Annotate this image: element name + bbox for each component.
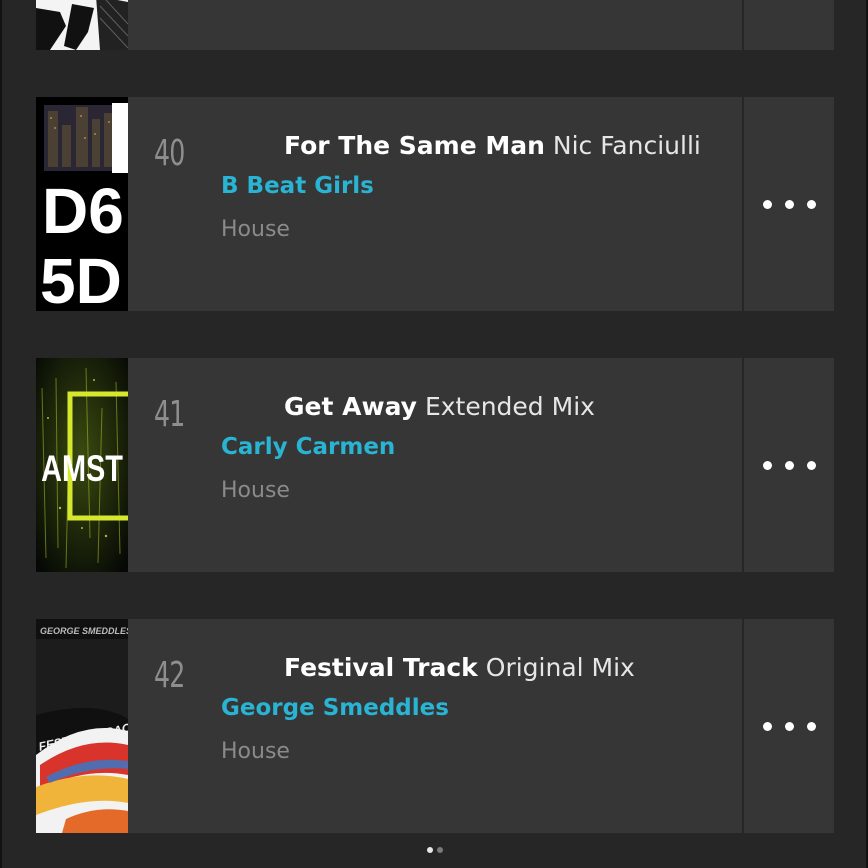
track-name: Festival Track bbox=[284, 653, 478, 682]
track-mix: Nic Fanciulli bbox=[552, 131, 701, 160]
amsterdam-artwork[interactable]: AMST bbox=[36, 358, 128, 572]
track-card[interactable]: GEORGE SMEDDLES FESTIVAL TRACK 42 Festiv… bbox=[36, 619, 834, 833]
track-card[interactable] bbox=[36, 0, 834, 50]
page-indicator[interactable] bbox=[427, 847, 443, 853]
track-artist[interactable]: B Beat Girls bbox=[221, 173, 374, 199]
track-mix: Original Mix bbox=[485, 653, 635, 682]
d5-artwork[interactable]: D6 5D bbox=[36, 97, 128, 311]
more-options-button[interactable] bbox=[742, 619, 834, 833]
track-name: For The Same Man bbox=[284, 131, 545, 160]
track-title[interactable]: Festival Track Original Mix bbox=[284, 653, 635, 682]
previous-track-artwork-image bbox=[36, 0, 128, 50]
ellipsis-icon bbox=[762, 460, 772, 470]
more-options-button[interactable] bbox=[742, 0, 834, 50]
ellipsis-icon bbox=[806, 460, 816, 470]
ellipsis-icon bbox=[784, 721, 794, 731]
track-genre[interactable]: House bbox=[221, 217, 290, 242]
track-artist[interactable]: Carly Carmen bbox=[221, 434, 395, 460]
page-dot[interactable] bbox=[437, 847, 443, 853]
festival-track-artwork[interactable]: GEORGE SMEDDLES FESTIVAL TRACK bbox=[36, 619, 128, 833]
ellipsis-icon bbox=[806, 199, 816, 209]
track-artist[interactable]: George Smeddles bbox=[221, 695, 449, 721]
more-options-button[interactable] bbox=[742, 358, 834, 572]
artwork-text: D6 bbox=[42, 175, 124, 247]
track-genre[interactable]: House bbox=[221, 478, 290, 503]
chart-position: 42 bbox=[154, 655, 185, 696]
d5-artwork-image: D6 5D bbox=[36, 97, 128, 311]
track-genre[interactable]: House bbox=[221, 739, 290, 764]
track-card[interactable]: AMST 41 Get Away Extended Mix Carly Carm… bbox=[36, 358, 834, 572]
previous-track-artwork[interactable] bbox=[36, 0, 128, 50]
amsterdam-artwork-image: AMST bbox=[36, 358, 128, 572]
artwork-text: AMST bbox=[41, 449, 123, 490]
page-dot-active[interactable] bbox=[427, 847, 433, 853]
ellipsis-icon bbox=[784, 460, 794, 470]
track-card[interactable]: D6 5D 40 For The Same Man Nic Fanciulli … bbox=[36, 97, 834, 311]
track-title[interactable]: For The Same Man Nic Fanciulli bbox=[284, 131, 701, 160]
chart-position: 41 bbox=[154, 394, 185, 435]
artwork-text: GEORGE SMEDDLES bbox=[40, 626, 128, 636]
track-title[interactable]: Get Away Extended Mix bbox=[284, 392, 595, 421]
ellipsis-icon bbox=[784, 199, 794, 209]
chart-position: 40 bbox=[154, 133, 185, 174]
track-mix: Extended Mix bbox=[424, 392, 595, 421]
track-name: Get Away bbox=[284, 392, 417, 421]
festival-track-artwork-image: GEORGE SMEDDLES FESTIVAL TRACK bbox=[36, 619, 128, 833]
more-options-button[interactable] bbox=[742, 97, 834, 311]
artwork-text: 5D bbox=[40, 245, 122, 311]
ellipsis-icon bbox=[762, 721, 772, 731]
left-rail bbox=[0, 0, 2, 868]
ellipsis-icon bbox=[762, 199, 772, 209]
ellipsis-icon bbox=[806, 721, 816, 731]
